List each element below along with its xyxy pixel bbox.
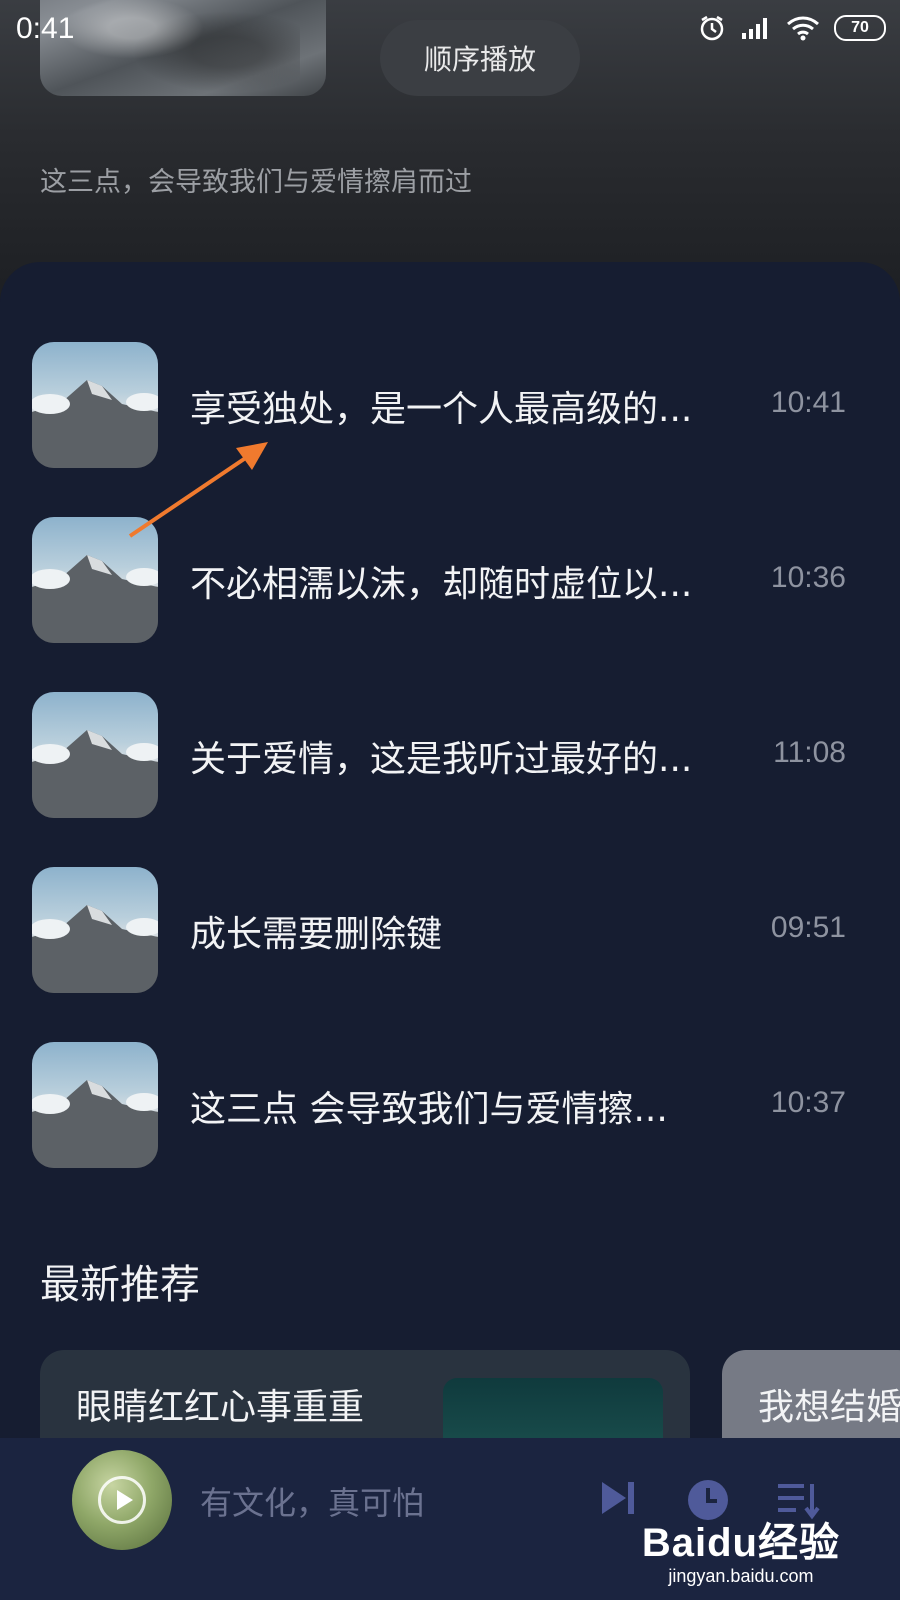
episode-duration: 09:51 [770, 911, 846, 944]
baidu-logo: Baidu经验 [641, 1521, 840, 1565]
episode-thumbnail [32, 867, 158, 993]
baidu-watermark: Baidu经验 jingyan.baidu.com [642, 1510, 840, 1587]
album-cover-image [40, 0, 326, 96]
playlist-item[interactable]: 成长需要删除键 09:51 [0, 867, 900, 1042]
play-order-button[interactable]: 顺序播放 [380, 20, 580, 96]
episode-thumbnail [32, 342, 158, 468]
playlist: 享受独处，是一个人最高级的... 10:41 不必相濡以沫，却随时虚位以... … [0, 342, 900, 1217]
episode-title: 关于爱情，这是我听过最好的... [190, 739, 693, 780]
episode-duration: 10:37 [770, 1086, 846, 1119]
episode-title: 这三点 会导致我们与爱情擦... [190, 1089, 668, 1130]
episode-title: 不必相濡以沫，却随时虚位以... [190, 564, 693, 605]
episode-title: 成长需要删除键 [190, 914, 443, 955]
playlist-panel: 享受独处，是一个人最高级的... 10:41 不必相濡以沫，却随时虚位以... … [0, 262, 900, 1470]
next-icon[interactable] [598, 1478, 638, 1522]
screen: 0:41 70 顺序播放 这三点，会导致我们与爱情擦肩而过 享受独处，是一个人最… [0, 0, 900, 1600]
play-icon[interactable] [98, 1476, 146, 1524]
episode-title: 享受独处，是一个人最高级的... [190, 389, 693, 430]
recommendation-title: 我想结婚 [758, 1387, 900, 1428]
playlist-item[interactable]: 不必相濡以沫，却随时虚位以... 10:36 [0, 517, 900, 692]
episode-thumbnail [32, 692, 158, 818]
episode-duration: 10:36 [770, 561, 846, 594]
header-area: 0:41 70 顺序播放 这三点，会导致我们与爱情擦肩而过 [0, 0, 900, 300]
playlist-item[interactable]: 关于爱情，这是我听过最好的... 11:08 [0, 692, 900, 867]
signal-icon [740, 15, 772, 41]
episode-thumbnail [32, 1042, 158, 1168]
status-icons: 70 [698, 14, 886, 42]
watermark-url: jingyan.baidu.com [668, 1566, 814, 1586]
wifi-icon [786, 15, 820, 41]
now-playing-cover[interactable] [72, 1450, 172, 1550]
playlist-item[interactable]: 这三点 会导致我们与爱情擦... 10:37 [0, 1042, 900, 1217]
episode-thumbnail [32, 517, 158, 643]
episode-duration: 10:41 [770, 386, 846, 419]
episode-duration: 11:08 [773, 736, 846, 769]
alarm-icon [698, 14, 726, 42]
playlist-item[interactable]: 享受独处，是一个人最高级的... 10:41 [0, 342, 900, 517]
battery-icon: 70 [834, 15, 886, 41]
current-episode-subtitle: 这三点，会导致我们与爱情擦肩而过 [40, 167, 472, 198]
now-playing-title: 有文化，真可怕 [200, 1484, 425, 1522]
recommendation-title: 眼睛红红心事重重 [76, 1387, 365, 1428]
status-time: 0:41 [16, 12, 75, 45]
recommendations-title: 最新推荐 [40, 1262, 200, 1308]
